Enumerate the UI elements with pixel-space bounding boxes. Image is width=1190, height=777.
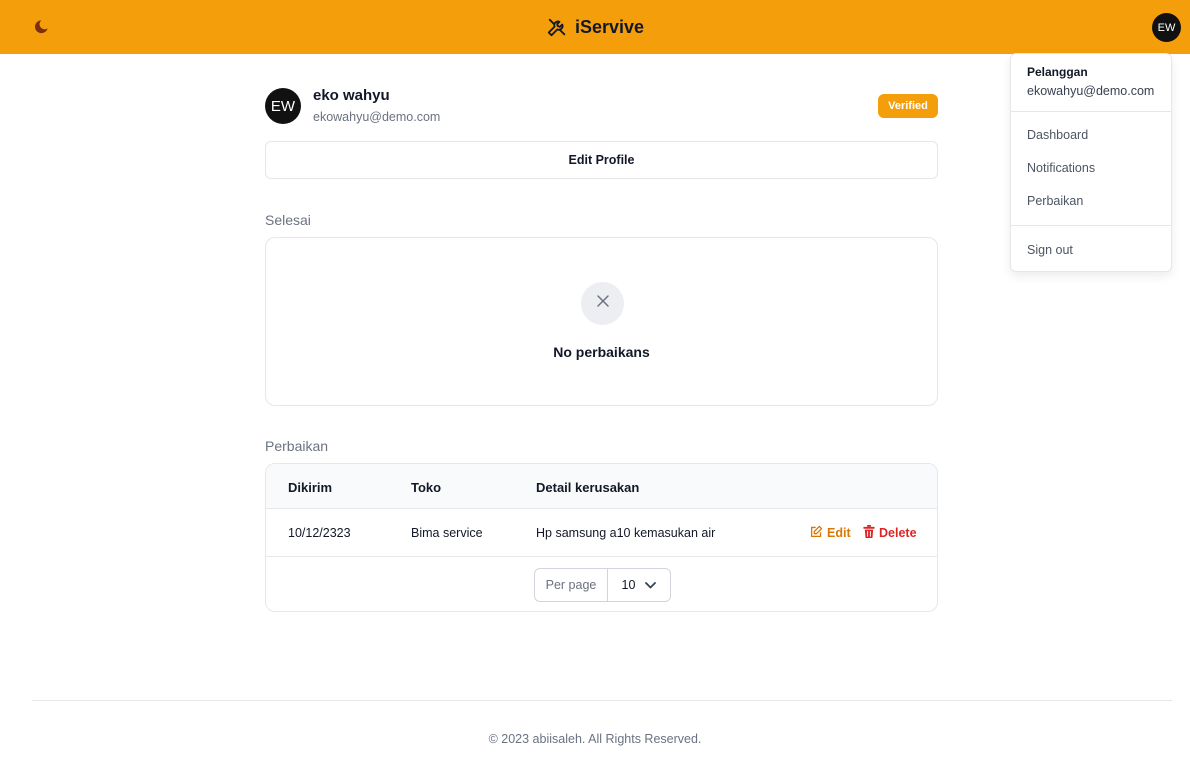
chevron-down-icon [645,578,657,592]
empty-state-text: No perbaikans [553,344,650,360]
per-page-value: 10 [621,578,636,592]
per-page-control: Per page 10 [534,568,671,602]
cell-detail: Hp samsung a10 kemasukan air [536,526,716,540]
edit-icon [810,525,823,541]
menu-divider [1011,111,1171,112]
empty-state-card: No perbaikans [265,237,938,406]
column-header-toko: Toko [411,480,442,495]
section-title-perbaikan: Perbaikan [265,438,329,454]
delete-label: Delete [879,526,917,540]
user-menu-avatar[interactable]: EW [1152,13,1181,42]
column-header-dikirim: Dikirim [288,480,333,495]
menu-item-dashboard[interactable]: Dashboard [1027,128,1088,142]
trash-icon [863,525,875,541]
user-role: Pelanggan [1027,65,1088,79]
edit-profile-button[interactable]: Edit Profile [265,141,938,179]
menu-item-perbaikan[interactable]: Perbaikan [1027,194,1083,208]
user-dropdown-menu: Pelanggan ekowahyu@demo.com Dashboard No… [1010,53,1172,272]
profile-email: ekowahyu@demo.com [313,110,441,124]
section-title-selesai: Selesai [265,212,311,228]
delete-button[interactable]: Delete [863,525,917,541]
edit-button[interactable]: Edit [810,525,851,541]
footer-divider [32,700,1172,701]
brand-name: iServive [574,16,645,37]
per-page-select[interactable]: 10 [608,569,670,601]
profile-avatar: EW [265,88,301,124]
tools-icon [546,16,568,38]
user-email: ekowahyu@demo.com [1027,84,1155,98]
close-icon [596,294,610,313]
table-header: Dikirim Toko Detail kerusakan [266,464,937,509]
brand: iServive [0,0,1190,54]
edit-label: Edit [827,526,851,540]
top-navbar: iServive EW [0,0,1190,54]
menu-item-notifications[interactable]: Notifications [1027,161,1095,175]
menu-item-sign-out[interactable]: Sign out [1027,243,1073,257]
table-row: 10/12/2323 Bima service Hp samsung a10 k… [266,509,937,557]
menu-divider [1011,225,1171,226]
column-header-detail: Detail kerusakan [536,480,640,495]
moon-icon[interactable] [32,18,50,36]
footer-copyright: © 2023 abiisaleh. All Rights Reserved. [488,732,702,746]
perbaikan-table: Dikirim Toko Detail kerusakan 10/12/2323… [265,463,938,612]
empty-state-icon-circle [581,282,624,325]
profile-name: eko wahyu [313,87,390,104]
cell-dikirim: 10/12/2323 [288,526,351,540]
per-page-label: Per page [535,569,608,601]
cell-toko: Bima service [411,526,483,540]
verified-badge: Verified [878,94,938,118]
